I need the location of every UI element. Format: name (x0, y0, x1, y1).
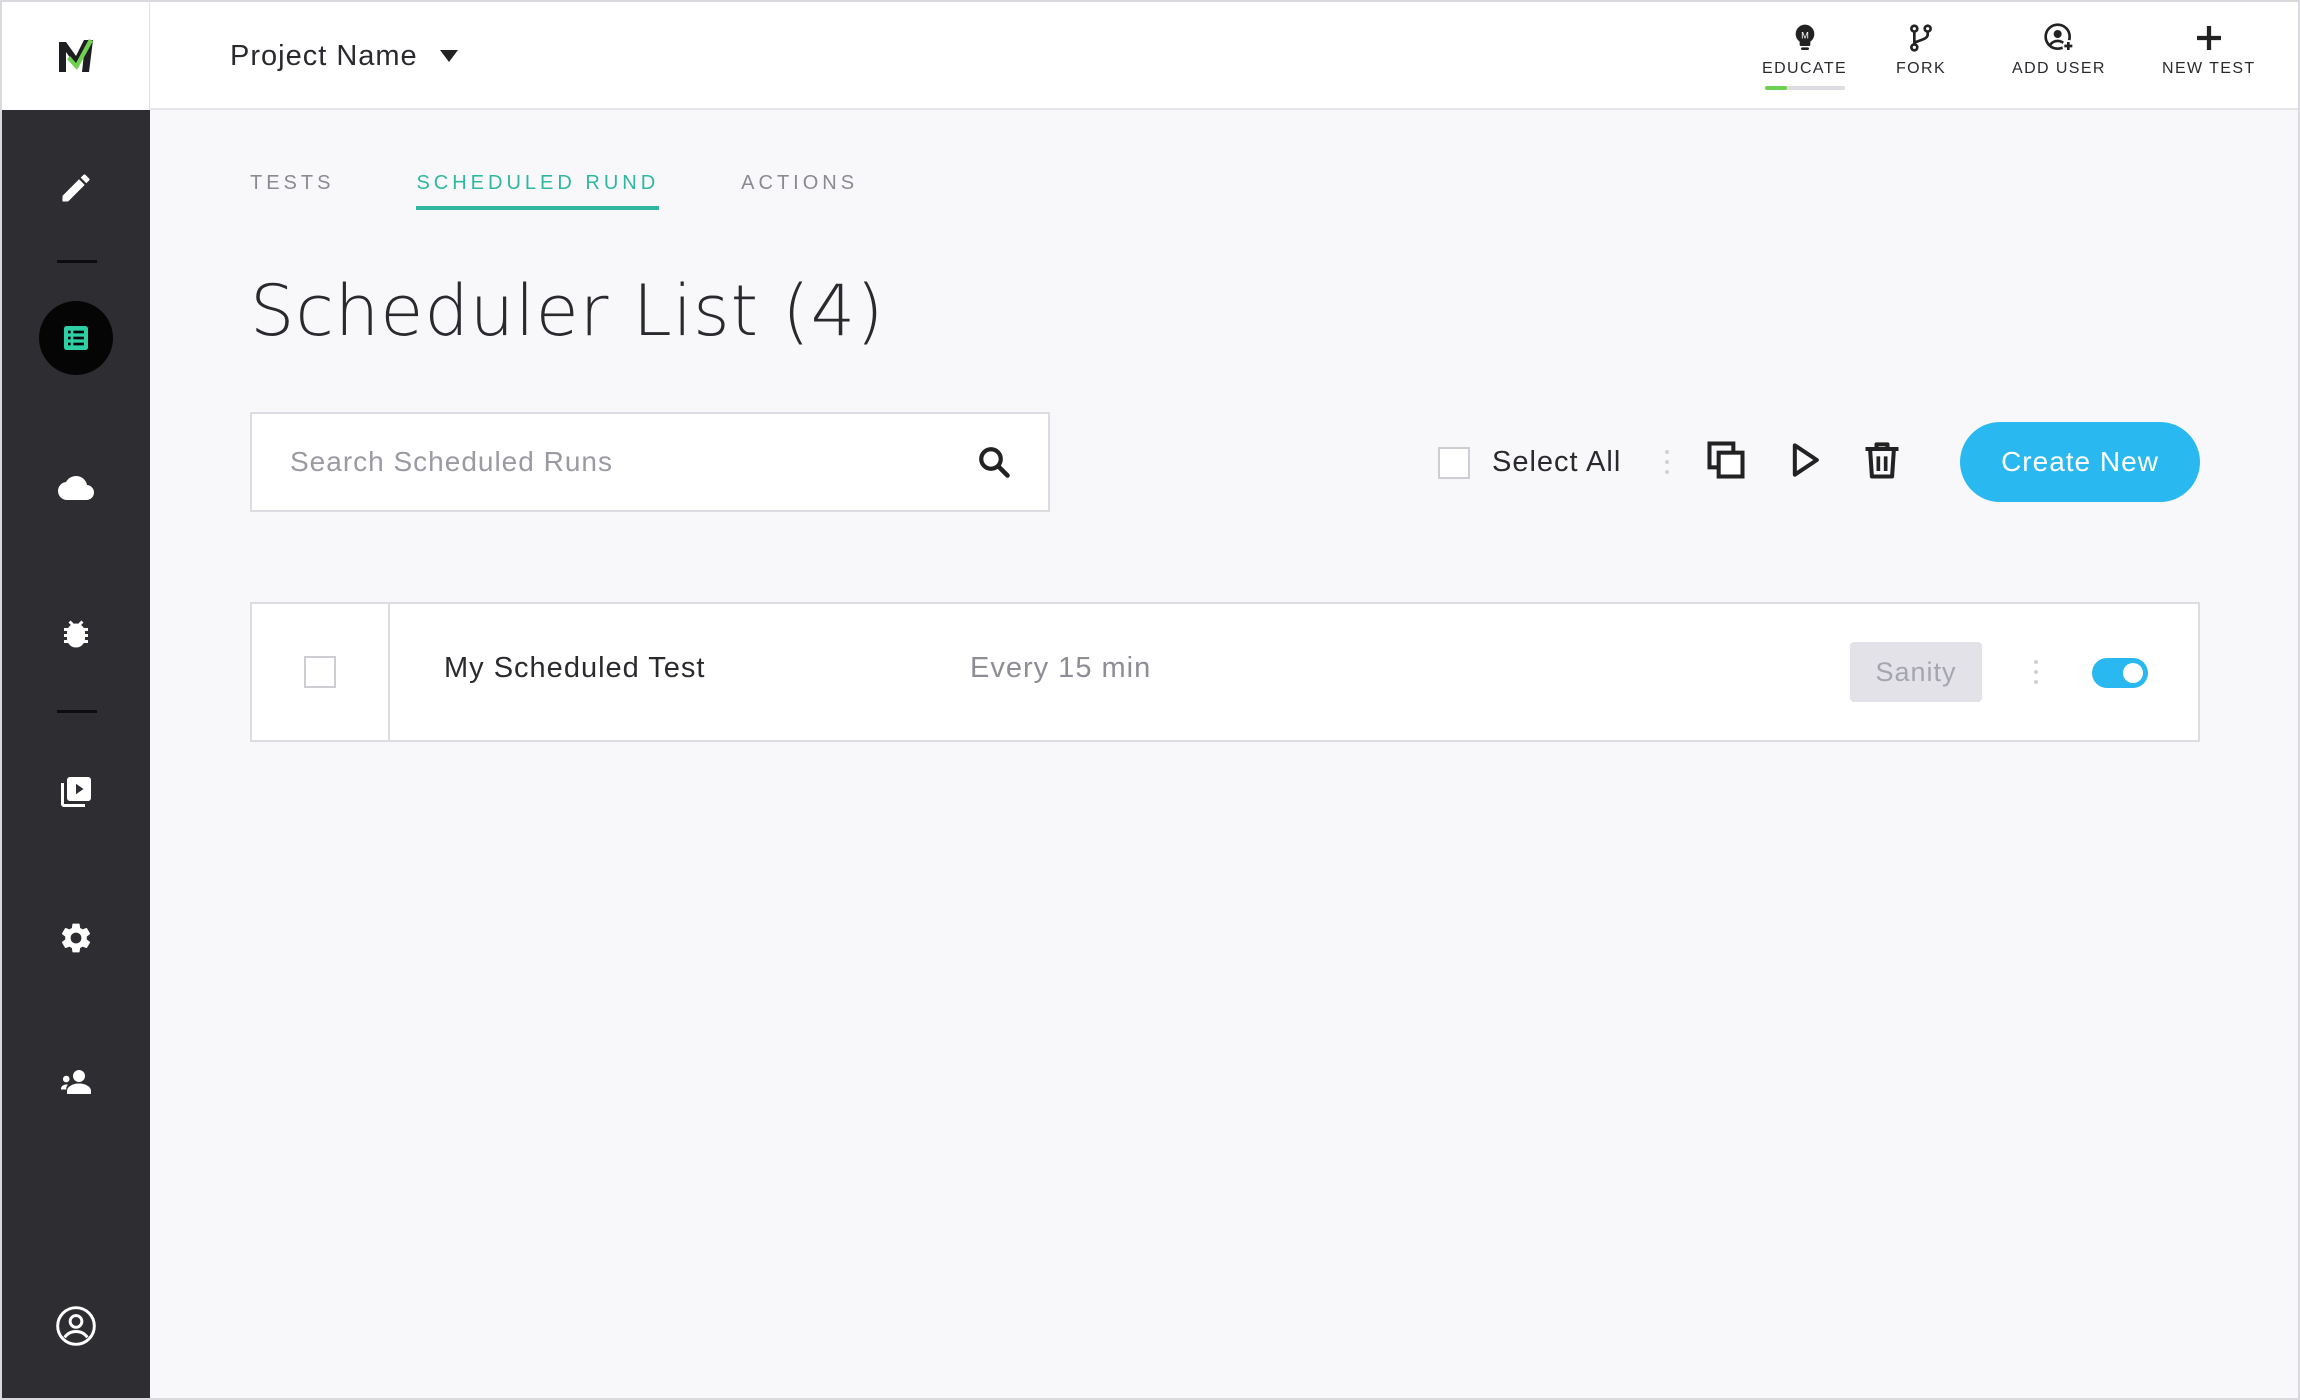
search-box (250, 412, 1050, 512)
toolbar-separator (1665, 450, 1669, 474)
sidebar-item-cloud[interactable] (2, 448, 150, 528)
add-user-button[interactable]: ADD USER (2012, 22, 2106, 98)
sidebar-item-runs[interactable] (2, 752, 150, 832)
active-indicator (39, 301, 113, 375)
top-bar: Project Name M EDUCATE FORK ADD USER NEW… (150, 2, 2298, 110)
sidebar-divider (57, 260, 97, 263)
tab-tests[interactable]: TESTS (250, 172, 334, 207)
new-test-button[interactable]: NEW TEST (2162, 22, 2256, 98)
row-frequency: Every 15 min (970, 652, 1152, 684)
sidebar (2, 2, 150, 1398)
fork-label: FORK (1896, 60, 1947, 77)
svg-text:M: M (1801, 31, 1809, 41)
caret-down-icon (439, 50, 458, 62)
row-tag: Sanity (1850, 642, 1982, 702)
toggle-knob (2123, 663, 2143, 683)
row-checkbox[interactable] (304, 656, 336, 688)
add-user-label: ADD USER (2012, 60, 2106, 77)
sidebar-item-scheduler[interactable] (2, 298, 150, 378)
add-user-icon (2044, 23, 2075, 52)
sidebar-item-settings[interactable] (2, 898, 150, 978)
search-icon[interactable] (976, 444, 1012, 480)
bug-icon (64, 620, 88, 648)
create-new-button[interactable]: Create New (1960, 422, 2200, 502)
educate-progress (1764, 86, 1845, 90)
sidebar-item-account[interactable] (2, 1286, 150, 1366)
lightbulb-icon: M (1795, 24, 1814, 50)
trash-icon[interactable] (1860, 438, 1904, 482)
fork-icon (1910, 24, 1932, 52)
row-enabled-toggle[interactable] (2092, 658, 2148, 688)
project-name: Project Name (230, 39, 418, 72)
tab-actions[interactable]: ACTIONS (741, 172, 858, 207)
user-account-icon (56, 1306, 96, 1346)
duplicate-icon[interactable] (1704, 438, 1748, 482)
logo-icon (58, 39, 93, 72)
search-input[interactable] (290, 446, 976, 478)
tab-bar: TESTS SCHEDULED RUND ACTIONS (250, 172, 940, 210)
educate-label: EDUCATE (1762, 60, 1848, 77)
cloud-icon (58, 476, 94, 500)
row-checkbox-cell (252, 604, 390, 740)
sidebar-item-edit[interactable] (2, 148, 150, 228)
new-test-label: NEW TEST (2162, 60, 2256, 77)
select-all-label: Select All (1492, 446, 1622, 478)
fork-button[interactable]: FORK (1896, 22, 1946, 98)
sidebar-item-team[interactable] (2, 1042, 150, 1122)
app-logo[interactable] (2, 2, 150, 110)
gear-icon (62, 923, 91, 953)
team-icon (61, 1070, 91, 1094)
educate-button[interactable]: M EDUCATE (1762, 22, 1847, 98)
plus-icon (2196, 26, 2221, 50)
page-title: Scheduler List (4) (250, 270, 885, 352)
table-row[interactable]: My Scheduled Test Every 15 min Sanity (250, 602, 2200, 742)
row-name[interactable]: My Scheduled Test (444, 652, 706, 685)
play-icon[interactable] (1782, 438, 1826, 482)
project-selector[interactable]: Project Name (230, 34, 458, 78)
sidebar-divider (57, 710, 97, 713)
select-all-checkbox[interactable] (1438, 446, 1470, 479)
tab-scheduled-runs[interactable]: SCHEDULED RUND (416, 172, 659, 210)
playlist-icon (61, 777, 91, 807)
pencil-icon (62, 174, 90, 202)
row-menu-icon[interactable] (2034, 660, 2038, 684)
list-icon (64, 326, 88, 350)
select-all[interactable]: Select All (1438, 446, 1621, 479)
sidebar-item-bugs[interactable] (2, 594, 150, 674)
